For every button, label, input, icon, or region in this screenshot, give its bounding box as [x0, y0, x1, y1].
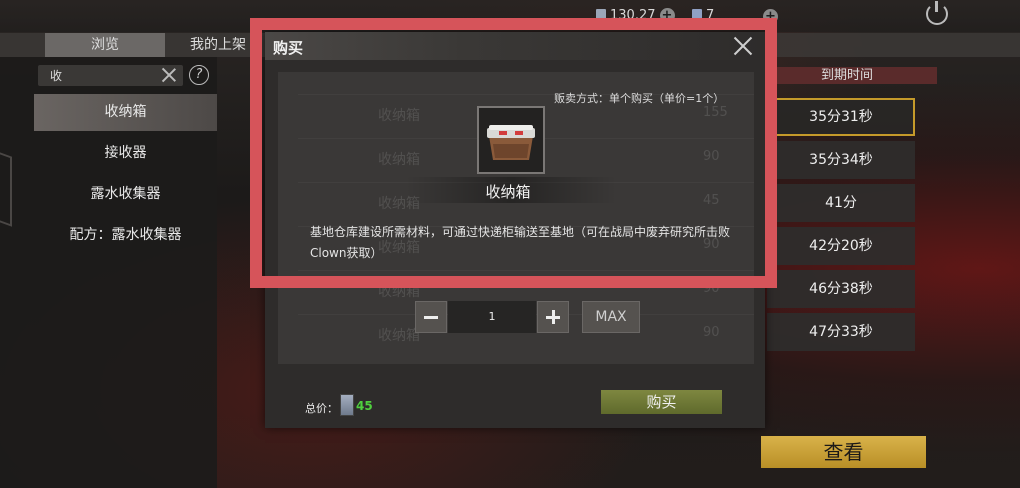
expiry-cell[interactable]: 35分34秒 — [767, 141, 915, 179]
sidebar-item-dew-collector[interactable]: 露水收集器 — [34, 176, 217, 213]
category-sidebar: 收 ? 收纳箱 接收器 露水收集器 配方：露水收集器 — [0, 57, 217, 488]
clear-icon[interactable] — [161, 67, 177, 83]
expiry-cell[interactable]: 41分 — [767, 184, 915, 222]
hex-decoration — [0, 147, 12, 227]
expiry-cell[interactable]: 35分31秒 — [767, 98, 915, 136]
search-value: 收 — [50, 69, 63, 83]
sidebar-item-receiver[interactable]: 接收器 — [34, 135, 217, 172]
currency-icon — [340, 394, 354, 416]
tab-browse[interactable]: 浏览 — [45, 33, 165, 57]
total-price-label: 总价： — [305, 402, 338, 415]
view-button[interactable]: 查看 — [761, 436, 926, 468]
expiry-cell[interactable]: 42分20秒 — [767, 227, 915, 265]
quantity-input[interactable]: 1 — [448, 301, 536, 333]
buy-button[interactable]: 购买 — [601, 390, 722, 414]
sidebar-item-recipe-dew-collector[interactable]: 配方：露水收集器 — [34, 217, 217, 254]
max-quantity-button[interactable]: MAX — [582, 301, 640, 333]
expiry-column-header: 到期时间 — [757, 67, 937, 84]
decrease-quantity-button[interactable] — [415, 301, 447, 333]
total-price-value: 45 — [356, 399, 373, 413]
expiry-cell[interactable]: 46分38秒 — [767, 270, 915, 308]
increase-quantity-button[interactable] — [537, 301, 569, 333]
ghost-item-name: 收纳箱 — [378, 328, 420, 344]
expiry-cell[interactable]: 47分33秒 — [767, 313, 915, 351]
help-icon[interactable]: ? — [189, 65, 209, 85]
power-icon[interactable] — [926, 1, 948, 25]
sidebar-item-storage-box[interactable]: 收纳箱 — [34, 94, 217, 131]
ghost-item-qty: 90 — [703, 325, 720, 340]
search-input[interactable]: 收 — [38, 65, 183, 86]
highlight-frame — [250, 18, 777, 288]
